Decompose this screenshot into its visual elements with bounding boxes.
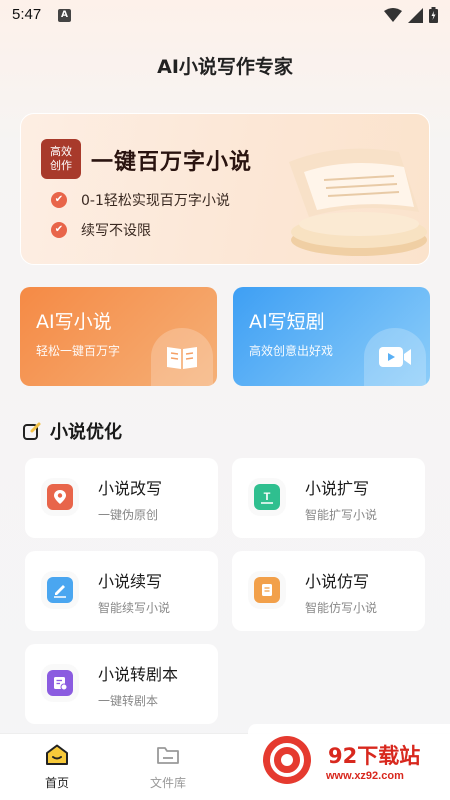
card-subtitle: 轻松一键百万字 — [36, 344, 121, 358]
ai-write-novel-card[interactable]: AI写小说 轻松一键百万字 — [20, 287, 217, 386]
nav-label: 首页 — [44, 776, 69, 790]
wifi-icon — [384, 7, 402, 22]
card-icon-bg — [151, 328, 213, 386]
tool-desc: 智能续写小说 — [98, 601, 171, 615]
ai-write-drama-card[interactable]: AI写短剧 高效创意出好戏 — [233, 287, 430, 386]
tool-name: 小说扩写 — [305, 479, 370, 498]
watermark-logo — [263, 736, 311, 784]
tool-desc: 智能扩写小说 — [305, 508, 378, 522]
banner-feature-text: 0-1轻松实现百万字小说 — [81, 193, 230, 209]
watermark-url: www.xz92.com — [326, 770, 404, 782]
banner-title: 一键百万字小说 — [91, 150, 253, 175]
text-expand-icon: T — [254, 484, 280, 510]
tool-name: 小说转剧本 — [98, 665, 179, 684]
scroll-icon — [254, 577, 280, 603]
edit-note-icon — [23, 422, 41, 440]
section-title: 小说优化 — [50, 422, 122, 443]
tool-card-rewrite[interactable]: 小说改写 一键伪原创 — [25, 458, 218, 538]
card-icon-bg — [364, 328, 426, 386]
banner-feature-text: 续写不设限 — [81, 223, 151, 239]
badge-line-1: 高效 — [50, 145, 72, 158]
check-icon: ✔ — [51, 222, 67, 238]
tool-desc: 智能仿写小说 — [305, 601, 378, 615]
book-stack-illustration — [289, 148, 427, 256]
card-title: AI写短剧 — [249, 311, 325, 333]
signal-icon — [408, 7, 423, 23]
tool-card-continue[interactable]: 小说续写 智能续写小说 — [25, 551, 218, 631]
tool-desc: 一键伪原创 — [98, 508, 159, 522]
tool-name: 小说续写 — [98, 572, 163, 591]
banner-feature-2: ✔ 续写不设限 — [51, 220, 151, 240]
tool-card-imitate[interactable]: 小说仿写 智能仿写小说 — [232, 551, 425, 631]
badge-line-2: 创作 — [50, 159, 72, 172]
tool-desc: 一键转剧本 — [98, 694, 159, 708]
efficiency-badge: 高效 创作 — [41, 139, 81, 179]
book-icon — [167, 347, 197, 369]
status-time: 5:47 — [12, 6, 42, 23]
notification-app-icon: A — [58, 9, 71, 22]
status-icons — [384, 7, 438, 23]
nav-label: 文件库 — [149, 776, 186, 790]
site-watermark: 92下载站 www.xz92.com — [248, 724, 450, 794]
watermark-title: 92下载站 — [328, 744, 421, 768]
tool-card-expand[interactable]: T 小说扩写 智能扩写小说 — [232, 458, 425, 538]
svg-text:T: T — [264, 491, 271, 503]
tool-card-to-script[interactable]: 小说转剧本 一键转剧本 — [25, 644, 218, 724]
status-bar: 5:47 A — [0, 0, 450, 32]
tool-name: 小说仿写 — [305, 572, 370, 591]
video-icon — [379, 347, 411, 367]
script-icon — [47, 670, 73, 696]
folder-icon — [157, 747, 179, 764]
location-pin-icon — [47, 484, 73, 510]
pen-icon — [47, 577, 73, 603]
tool-name: 小说改写 — [98, 479, 163, 498]
banner-feature-1: ✔ 0-1轻松实现百万字小说 — [51, 190, 230, 210]
check-icon: ✔ — [51, 192, 67, 208]
page-title: AI小说写作专家 — [157, 56, 293, 78]
nav-item-home[interactable]: 首页 — [27, 744, 87, 791]
home-icon — [46, 744, 68, 765]
nav-item-files[interactable]: 文件库 — [138, 744, 198, 791]
card-subtitle: 高效创意出好戏 — [249, 344, 334, 358]
card-title: AI写小说 — [36, 311, 112, 333]
battery-icon — [429, 7, 438, 23]
promo-banner[interactable]: 高效 创作 一键百万字小说 ✔ 0-1轻松实现百万字小说 ✔ 续写不设限 — [20, 113, 430, 265]
section-header: 小说优化 — [22, 418, 122, 444]
